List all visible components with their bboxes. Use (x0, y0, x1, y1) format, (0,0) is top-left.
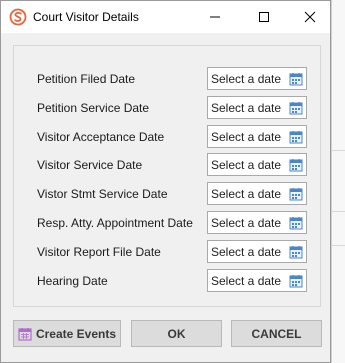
title-bar[interactable]: Court Visitor Details (1, 1, 330, 33)
maximize-button[interactable] (241, 1, 287, 33)
calendar-icon[interactable] (288, 157, 304, 173)
calendar-icon[interactable] (288, 100, 304, 116)
cancel-button[interactable]: CANCEL (231, 320, 322, 347)
date-field-label: Petition Service Date (37, 100, 150, 115)
window-title: Court Visitor Details (33, 10, 139, 24)
date-picker-placeholder: Select a date (211, 216, 282, 230)
background-divider (331, 211, 345, 212)
calendar-icon[interactable] (288, 215, 304, 231)
date-picker-input[interactable]: Select a date (207, 124, 307, 148)
date-picker-input[interactable]: Select a date (207, 67, 307, 90)
cancel-label: CANCEL (251, 326, 302, 341)
date-picker-placeholder: Select a date (211, 244, 282, 259)
date-field-label: Vistor Stmt Service Date (37, 187, 168, 202)
date-picker-input[interactable]: Select a date (207, 153, 307, 177)
ok-button[interactable]: OK (131, 320, 222, 347)
date-field-label: Visitor Report File Date (37, 244, 161, 259)
calendar-icon[interactable] (288, 129, 304, 145)
date-picker-input[interactable]: Select a date (207, 268, 307, 292)
calendar-icon[interactable] (288, 244, 304, 260)
background-divider (331, 150, 345, 151)
calendar-icon[interactable] (288, 71, 304, 87)
date-picker-placeholder: Select a date (211, 129, 282, 144)
date-field-label: Petition Filed Date (37, 72, 136, 86)
calendar-icon[interactable] (288, 186, 304, 202)
close-icon (304, 11, 316, 23)
calendar-icon (18, 327, 32, 341)
maximize-icon (259, 12, 269, 22)
date-picker-input[interactable]: Select a date (207, 239, 307, 263)
date-picker-placeholder: Select a date (211, 100, 282, 115)
date-field-row: Visitor Report File Date Select a date (14, 239, 320, 264)
date-field-row: Resp. Atty. Appointment Date Select a dat… (14, 211, 320, 235)
background-divider (331, 245, 345, 246)
date-picker-input[interactable]: Select a date (207, 211, 307, 234)
date-field-row: Vistor Stmt Service Date Select a date (14, 182, 320, 206)
app-logo-icon (9, 8, 27, 26)
ok-label: OK (167, 326, 186, 341)
create-events-button[interactable]: Create Events (13, 320, 121, 347)
date-picker-placeholder: Select a date (211, 72, 282, 86)
calendar-icon[interactable] (288, 273, 304, 289)
minimize-icon (210, 16, 220, 18)
date-picker-input[interactable]: Select a date (207, 182, 307, 206)
date-field-row: Petition Filed Date Select a date (14, 67, 320, 91)
date-field-label: Hearing Date (37, 273, 108, 288)
minimize-button[interactable] (192, 1, 238, 33)
date-field-row: Visitor Service Date Select a date (14, 153, 320, 177)
date-picker-input[interactable]: Select a date (207, 95, 307, 119)
date-field-label: Resp. Atty. Appointment Date (37, 216, 193, 230)
close-button[interactable] (287, 1, 333, 33)
create-events-label: Create Events (35, 326, 117, 341)
date-field-row: Hearing Date Select a date (14, 268, 320, 293)
date-field-row: Visitor Acceptance Date Select a date (14, 124, 320, 149)
court-visitor-dialog: Court Visitor Details Petition Filed Dat… (0, 0, 331, 363)
date-field-row: Petition Service Date Select a date (14, 95, 320, 120)
date-picker-placeholder: Select a date (211, 187, 282, 202)
date-picker-placeholder: Select a date (211, 158, 282, 173)
date-picker-placeholder: Select a date (211, 273, 282, 288)
date-fields-panel: Petition Filed Date Select a date Petition… (13, 45, 321, 307)
date-field-label: Visitor Acceptance Date (37, 129, 165, 144)
date-field-label: Visitor Service Date (37, 158, 143, 173)
background-window (331, 0, 345, 363)
